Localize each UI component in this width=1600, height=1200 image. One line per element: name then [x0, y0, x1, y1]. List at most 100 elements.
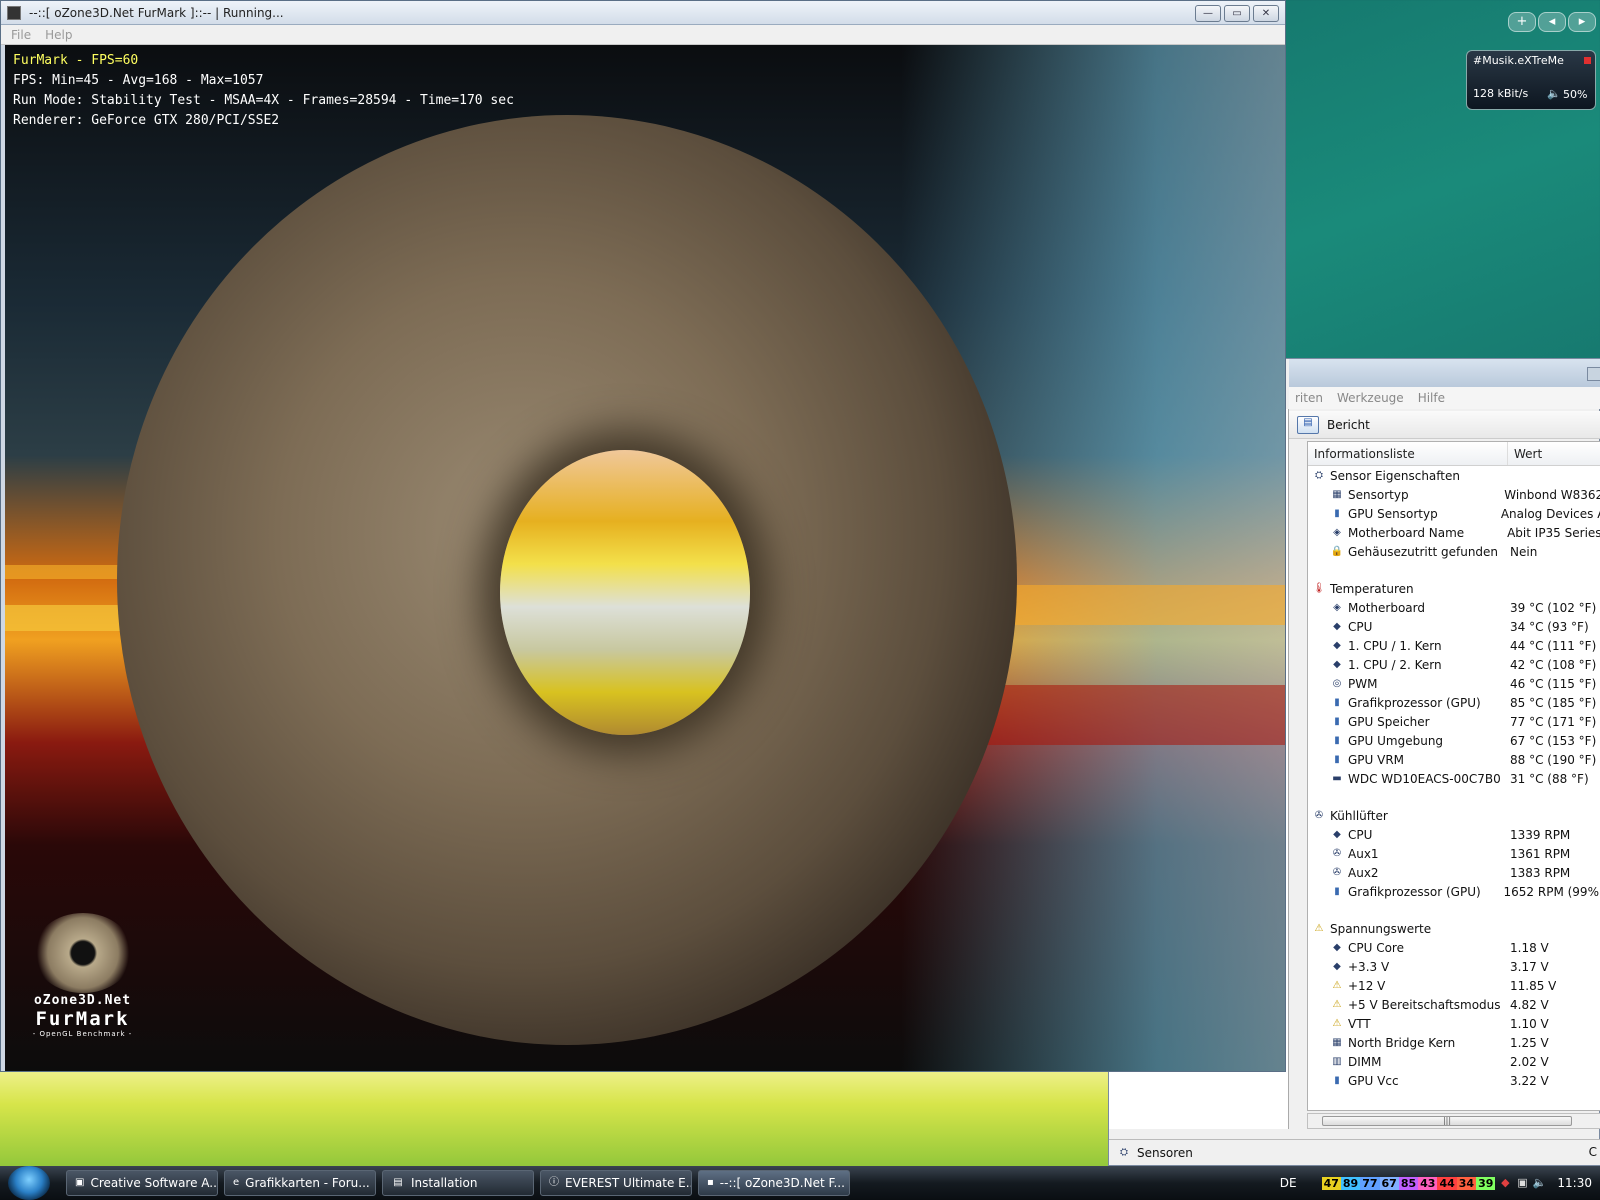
list-group-header[interactable]: 🌡 Temperaturen: [1308, 579, 1600, 598]
list-group-header[interactable]: ⛭ Sensor Eigenschaften: [1308, 466, 1600, 485]
list-group-header[interactable]: ⚠ Spannungswerte: [1308, 919, 1600, 938]
cpu-icon: ◆: [1333, 620, 1341, 632]
table-row[interactable]: ◈ Motherboard Name Abit IP35 Series: [1308, 523, 1600, 542]
tray-temperature[interactable]: 85: [1398, 1176, 1419, 1190]
table-row[interactable]: ▥ DIMM 2.02 V: [1308, 1052, 1600, 1071]
tray-temperature[interactable]: 47: [1321, 1176, 1341, 1190]
network-icon[interactable]: ▣: [1515, 1176, 1529, 1190]
tray-temperature[interactable]: 43: [1418, 1176, 1438, 1190]
furmark-logo: oZone3D.Net FurMark - OpenGL Benchmark -: [15, 913, 150, 1038]
tray-temperature[interactable]: 39: [1476, 1176, 1496, 1190]
close-icon[interactable]: [1584, 57, 1591, 64]
table-row[interactable]: ◈ Motherboard 39 °C (102 °F): [1308, 598, 1600, 617]
taskbar-button[interactable]: ▣ Creative Software A...: [66, 1170, 218, 1196]
everest-menu-item[interactable]: riten: [1295, 391, 1323, 405]
table-row[interactable]: ◆ 1. CPU / 2. Kern 42 °C (108 °F): [1308, 655, 1600, 674]
row-value: 4.82 V: [1510, 997, 1549, 1012]
table-row[interactable]: ▮ GPU VRM 88 °C (190 °F): [1308, 750, 1600, 769]
taskbar-button[interactable]: e Grafikkarten - Foru...: [224, 1170, 376, 1196]
furmark-app-icon[interactable]: [7, 5, 21, 20]
row-label: +5 V Bereitschaftsmodus: [1348, 997, 1501, 1012]
taskbar-button[interactable]: ▤ Installation: [382, 1170, 534, 1196]
menu-file[interactable]: File: [11, 28, 31, 42]
horizontal-scrollbar[interactable]: |||: [1307, 1113, 1600, 1129]
radio-bitrate: 128 kBit/s: [1473, 87, 1529, 100]
row-label: 1. CPU / 2. Kern: [1348, 657, 1442, 672]
start-button[interactable]: [8, 1166, 50, 1200]
clock[interactable]: 11:30: [1557, 1176, 1592, 1190]
list-group-header[interactable]: ✇ Kühllüfter: [1308, 806, 1600, 825]
scrollbar-thumb[interactable]: |||: [1322, 1116, 1572, 1126]
furmark-window: --::[ oZone3D.Net FurMark ]::-- | Runnin…: [0, 0, 1286, 1072]
table-row[interactable]: ⚠ +5 V Bereitschaftsmodus 4.82 V: [1308, 995, 1600, 1014]
table-row[interactable]: ◎ PWM 46 °C (115 °F): [1308, 674, 1600, 693]
gpu-icon: ▮: [1334, 507, 1340, 519]
tray-temperature[interactable]: 77: [1360, 1176, 1380, 1190]
table-row[interactable]: ◆ CPU 1339 RPM: [1308, 825, 1600, 844]
table-row[interactable]: ⚠ +12 V 11.85 V: [1308, 976, 1600, 995]
gpu-icon: ▮: [1334, 715, 1340, 727]
table-row[interactable]: ▮ GPU Vcc 3.22 V: [1308, 1071, 1600, 1090]
row-label-cell: ▦ Sensortyp: [1308, 488, 1502, 502]
table-row[interactable]: ◆ CPU Core 1.18 V: [1308, 938, 1600, 957]
tray-temperature[interactable]: 44: [1437, 1176, 1457, 1190]
taskbar-button[interactable]: ⓘ EVEREST Ultimate E...: [540, 1170, 692, 1196]
tray-temperature[interactable]: 89: [1340, 1176, 1361, 1190]
chip-icon: ▦: [1332, 488, 1342, 500]
table-row[interactable]: ▦ Sensortyp Winbond W8362: [1308, 485, 1600, 504]
maximize-button[interactable]: ▭: [1224, 5, 1250, 22]
prev-gadget-button[interactable]: ◂: [1538, 12, 1566, 32]
furmark-titlebar[interactable]: --::[ oZone3D.Net FurMark ]::-- | Runnin…: [1, 1, 1285, 25]
minimize-button[interactable]: —: [1195, 5, 1221, 22]
table-row[interactable]: ✇ Aux1 1361 RPM: [1308, 844, 1600, 863]
desktop-wallpaper: [0, 1060, 1110, 1170]
table-row[interactable]: ▮ GPU Umgebung 67 °C (153 °F): [1308, 731, 1600, 750]
table-row[interactable]: ▮ GPU Sensortyp Analog Devices A: [1308, 504, 1600, 523]
row-value: 31 °C (88 °F): [1510, 771, 1589, 786]
table-row[interactable]: 🔒 Gehäusezutritt gefunden Nein: [1308, 542, 1600, 561]
taskbar-button[interactable]: ▪ --::[ oZone3D.Net F...: [698, 1170, 850, 1196]
table-row[interactable]: ▮ Grafikprozessor (GPU) 85 °C (185 °F): [1308, 693, 1600, 712]
menu-help[interactable]: Help: [45, 28, 72, 42]
radio-gadget[interactable]: #Musik.eXTreMe 128 kBit/s 🔈 50%: [1466, 50, 1596, 110]
everest-menu-item[interactable]: Werkzeuge: [1337, 391, 1404, 405]
row-value: 34 °C (93 °F): [1510, 619, 1589, 634]
logo-torus-icon: [32, 913, 133, 993]
next-gadget-button[interactable]: ▸: [1568, 12, 1596, 32]
column-header-info[interactable]: Informationsliste: [1308, 442, 1508, 465]
table-row[interactable]: ◆ 1. CPU / 1. Kern 44 °C (111 °F): [1308, 636, 1600, 655]
row-label-cell: ▮ GPU Umgebung: [1308, 734, 1508, 748]
speaker-icon[interactable]: 🔈: [1547, 87, 1561, 100]
table-row[interactable]: ▮ Grafikprozessor (GPU) 1652 RPM (99%): [1308, 882, 1600, 901]
tray-temperature[interactable]: 67: [1379, 1176, 1399, 1190]
close-button[interactable]: ✕: [1253, 5, 1279, 22]
table-row[interactable]: ▬ WDC WD10EACS-00C7B0 31 °C (88 °F): [1308, 769, 1600, 788]
logo-site: oZone3D.Net: [33, 993, 132, 1008]
row-label-cell: 🌡 Temperaturen: [1308, 582, 1508, 596]
tray-temperature[interactable]: 34: [1456, 1176, 1477, 1190]
table-row[interactable]: ▮ GPU Speicher 77 °C (171 °F): [1308, 712, 1600, 731]
column-header-value[interactable]: Wert: [1508, 442, 1548, 465]
disk-icon: ▬: [1332, 772, 1342, 784]
language-indicator[interactable]: DE: [1280, 1176, 1297, 1190]
sensor-list: Informationsliste Wert ⛭ Sensor Eigenscha…: [1307, 441, 1600, 1111]
volume-icon[interactable]: 🔈: [1532, 1176, 1547, 1190]
table-row[interactable]: ⚠ VTT 1.10 V: [1308, 1014, 1600, 1033]
everest-menu-item[interactable]: Hilfe: [1418, 391, 1445, 405]
pwm-icon: ◎: [1332, 677, 1342, 689]
antivirus-icon[interactable]: ◆: [1498, 1176, 1512, 1190]
report-icon[interactable]: ▤: [1297, 415, 1319, 434]
gpu-icon: ▮: [1334, 696, 1340, 708]
close-icon[interactable]: [1587, 367, 1600, 381]
table-row[interactable]: ◆ +3.3 V 3.17 V: [1308, 957, 1600, 976]
row-label-cell: ⚠ VTT: [1308, 1017, 1508, 1031]
table-row[interactable]: ◆ CPU 34 °C (93 °F): [1308, 617, 1600, 636]
report-button[interactable]: Bericht: [1327, 418, 1370, 432]
row-label: WDC WD10EACS-00C7B0: [1348, 771, 1501, 786]
everest-titlebar[interactable]: [1289, 359, 1600, 387]
table-row[interactable]: ▦ North Bridge Kern 1.25 V: [1308, 1033, 1600, 1052]
motherboard-icon: ◈: [1333, 601, 1341, 613]
table-row[interactable]: ✇ Aux2 1383 RPM: [1308, 863, 1600, 882]
add-gadget-button[interactable]: +: [1508, 12, 1536, 32]
